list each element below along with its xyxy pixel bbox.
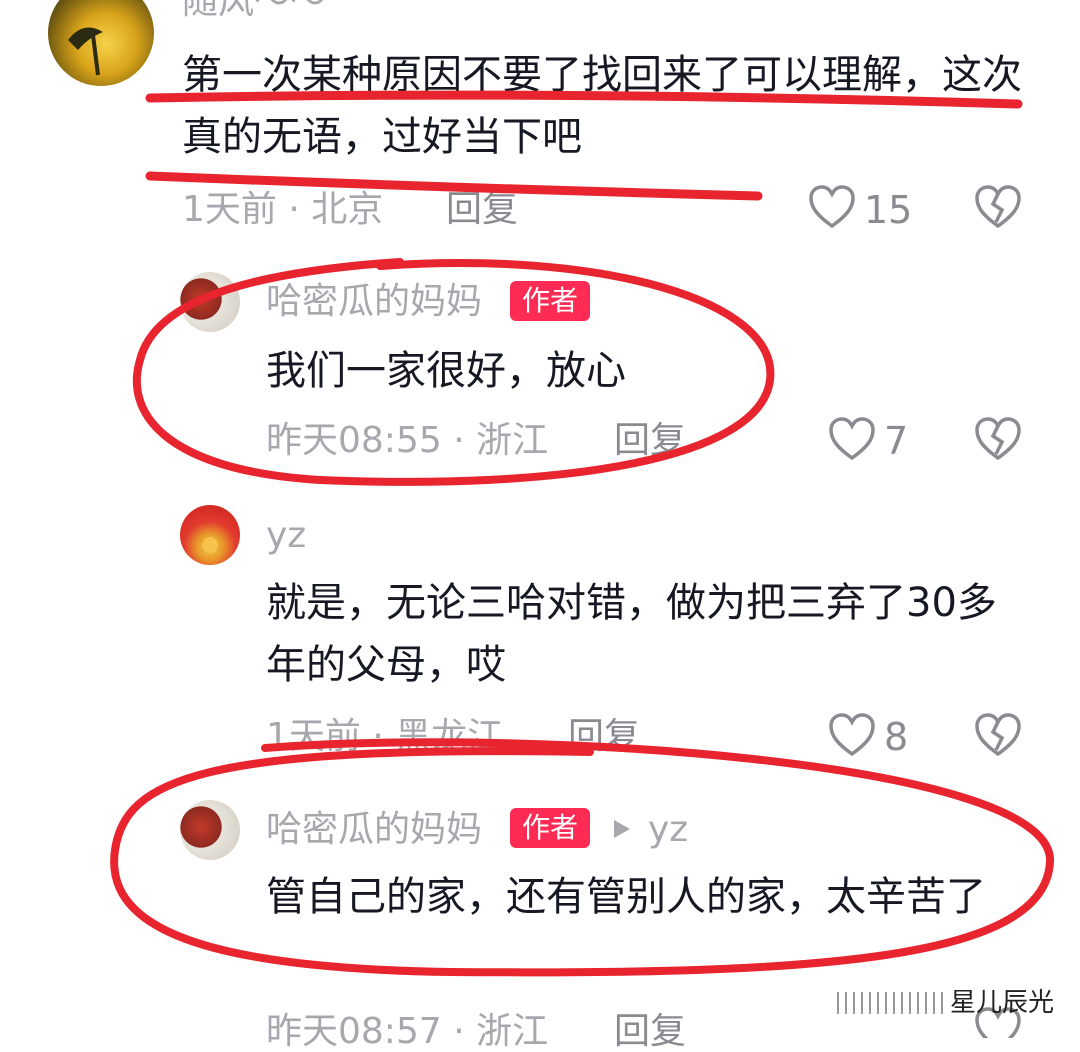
comment-author[interactable]: 随风～～ [182, 0, 326, 22]
dislike-icon[interactable] [974, 184, 1022, 230]
reply-button[interactable]: 回复 [614, 1012, 686, 1052]
dislike-icon[interactable] [974, 416, 1022, 462]
comment-author[interactable]: yz [266, 516, 306, 556]
reply-button[interactable]: 回复 [446, 190, 518, 230]
like-icon[interactable] [828, 416, 876, 462]
comment-text: 我们一家很好，放心 [266, 348, 626, 394]
comment-time-location: 1天前 · 北京 [182, 189, 384, 230]
avatar[interactable] [48, 0, 154, 86]
avatar[interactable] [180, 800, 240, 860]
comment-time-location: 昨天08:57 · 浙江 [266, 1011, 549, 1052]
play-arrow-icon [612, 818, 632, 840]
like-count: 7 [884, 419, 909, 463]
like-count: 15 [864, 188, 913, 232]
comment-time-location: 1天前 · 黑龙江 [266, 716, 504, 757]
watermark: 星儿辰光 [950, 988, 1055, 1018]
comment-text: 管自己的家，还有管别人的家，太辛苦了 [266, 874, 986, 920]
red-envelope-icon [202, 537, 218, 553]
avatar[interactable] [180, 272, 240, 332]
comment-text: 就是，无论三哈对错，做为把三弃了30多年的父母，哎 [266, 580, 997, 688]
watermark-bars [834, 990, 954, 1016]
author-badge: 作者 [510, 808, 591, 848]
reply-to-user[interactable]: yz [648, 810, 688, 850]
reply-button[interactable]: 回复 [568, 717, 640, 757]
reply-button[interactable]: 回复 [614, 421, 686, 461]
like-count: 8 [884, 715, 909, 759]
comment-time-location: 昨天08:55 · 浙江 [266, 420, 549, 461]
comment-author[interactable]: 哈密瓜的妈妈 [266, 282, 482, 322]
comment-text: 第一次某种原因不要了找回来了可以理解，这次真的无语，过好当下吧 [182, 52, 1022, 160]
author-badge: 作者 [510, 281, 591, 321]
like-icon[interactable] [828, 712, 876, 758]
like-icon[interactable] [808, 184, 856, 230]
dislike-icon[interactable] [974, 712, 1022, 758]
avatar[interactable] [180, 505, 240, 565]
comment-author[interactable]: 哈密瓜的妈妈 [266, 810, 482, 850]
circle-stroke [110, 738, 1055, 977]
tree-icon [68, 27, 103, 76]
